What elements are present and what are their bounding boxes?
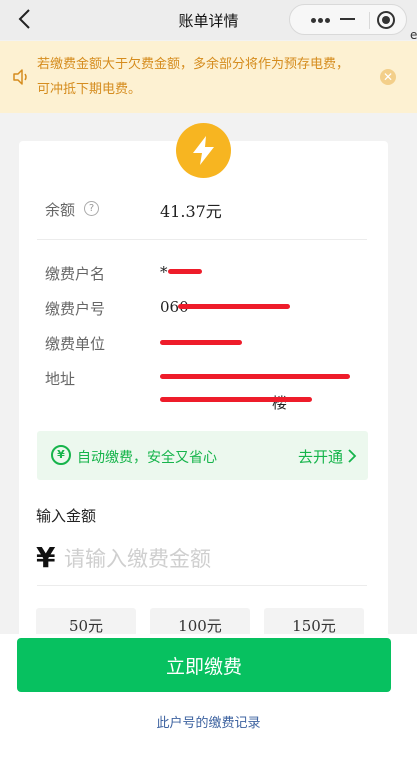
autopay-banner[interactable]: ¥ 自动缴费，安全又省心 去开通: [37, 431, 368, 480]
autopay-open-link[interactable]: 去开通: [298, 446, 343, 467]
currency-symbol: ¥: [36, 541, 56, 574]
autopay-slogan: 自动缴费，安全又省心: [77, 450, 217, 466]
balance-label: 余额: [45, 201, 76, 219]
redaction-mark: [160, 340, 242, 345]
lightning-icon: [176, 123, 231, 178]
notice-text: 若缴费金额大于欠费金额，多余部分将作为预存电费，可冲抵下期电费。: [37, 57, 350, 97]
more-icon[interactable]: [304, 13, 344, 27]
notice-close-icon[interactable]: ✕: [380, 69, 396, 85]
divider: [37, 585, 367, 586]
close-program-icon[interactable]: [377, 11, 395, 29]
account-number-label: 缴费户号: [45, 300, 106, 318]
divider: [37, 239, 367, 240]
redaction-mark: [160, 397, 312, 402]
address-line2: 楼: [272, 394, 288, 412]
redaction-mark: [160, 374, 350, 379]
redaction-mark: [178, 304, 290, 309]
account-holder-label: 缴费户名: [45, 265, 106, 283]
mini-program-capsule: [289, 4, 407, 35]
account-holder-value: *: [160, 263, 168, 281]
billing-unit-label: 缴费单位: [45, 335, 106, 353]
nav-bar: 账单详情 e: [0, 0, 417, 42]
speaker-icon: [13, 69, 27, 85]
balance-value: 41.37元: [160, 202, 222, 221]
chevron-right-icon: [348, 449, 357, 463]
notice-banner: 若缴费金额大于欠费金额，多余部分将作为预存电费，可冲抵下期电费。 ✕: [0, 41, 417, 113]
payment-records-link[interactable]: 此户号的缴费记录: [0, 712, 417, 731]
amount-input[interactable]: [64, 541, 354, 577]
bottom-bar: 立即缴费 此户号的缴费记录: [0, 634, 417, 768]
redaction-mark: [168, 269, 202, 274]
autopay-yen-icon: ¥: [51, 445, 71, 465]
pay-now-button[interactable]: 立即缴费: [17, 638, 391, 692]
amount-label: 输入金额: [36, 507, 97, 525]
address-label: 地址: [45, 370, 76, 388]
edge-text: e: [410, 28, 417, 42]
help-icon[interactable]: ?: [84, 201, 99, 216]
minimize-icon[interactable]: [340, 18, 355, 20]
